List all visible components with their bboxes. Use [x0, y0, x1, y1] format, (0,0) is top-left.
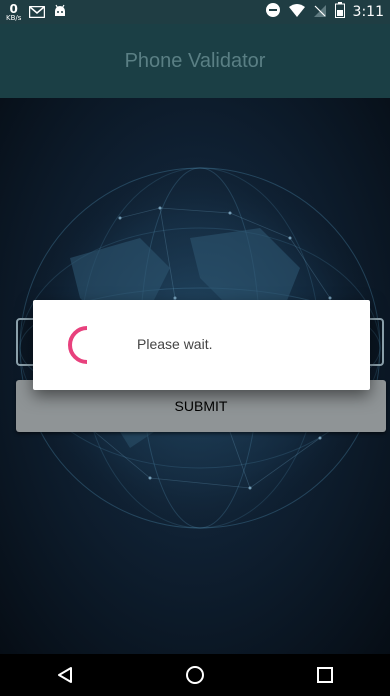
- network-speed-unit: KB/s: [6, 13, 22, 22]
- network-speed-value: 0: [9, 1, 18, 16]
- do-not-disturb-icon: [265, 2, 281, 22]
- recents-button[interactable]: [305, 654, 345, 696]
- android-icon: [53, 3, 67, 22]
- gmail-icon: [29, 3, 46, 22]
- page-title: Phone Validator: [124, 49, 266, 72]
- status-bar: 0 KB/s 3:11: [0, 0, 390, 24]
- navigation-bar: [0, 654, 390, 696]
- no-signal-icon: [313, 3, 327, 22]
- loading-spinner-icon: [68, 326, 88, 364]
- app-bar: Phone Validator: [0, 24, 390, 98]
- status-left: 0 KB/s: [6, 3, 67, 22]
- home-icon: [186, 666, 204, 684]
- home-button[interactable]: [175, 654, 215, 696]
- back-button[interactable]: [45, 654, 85, 696]
- progress-dialog: Please wait.: [33, 300, 370, 390]
- status-right: 3:11: [265, 2, 384, 22]
- dialog-message: Please wait.: [137, 336, 213, 352]
- clock: 3:11: [352, 4, 384, 20]
- battery-icon: [334, 2, 345, 22]
- wifi-icon: [288, 3, 305, 22]
- back-icon: [58, 667, 72, 683]
- recents-icon: [317, 667, 333, 683]
- network-speed: 0 KB/s: [6, 3, 21, 22]
